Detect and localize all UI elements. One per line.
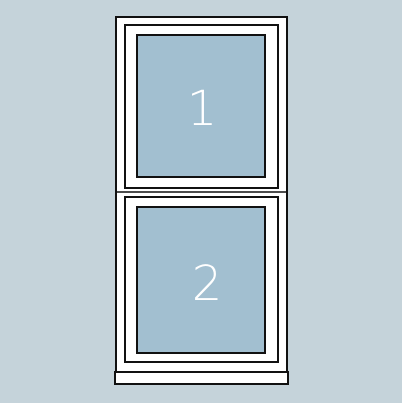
window-sill [114, 371, 289, 385]
pane-label-2: 2 [192, 256, 223, 312]
window-drawing: 1 2 [114, 16, 289, 385]
pane-label-1: 1 [187, 81, 218, 137]
window-diagram: 1 2 [0, 0, 402, 403]
